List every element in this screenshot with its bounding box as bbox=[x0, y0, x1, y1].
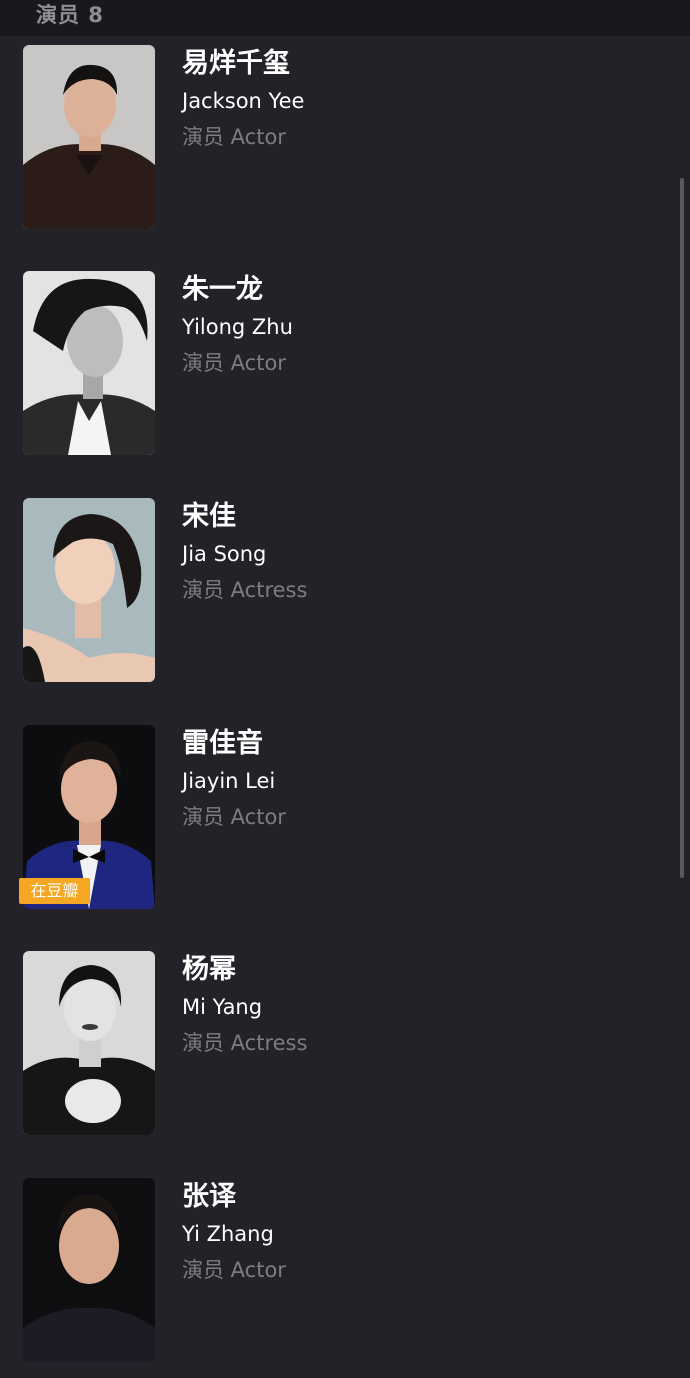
actor-photo[interactable] bbox=[23, 951, 155, 1135]
portrait-photo-icon bbox=[23, 1178, 155, 1362]
actor-role: 演员 Actress bbox=[182, 1031, 308, 1055]
actor-role: 演员 Actor bbox=[182, 125, 286, 149]
cast-item[interactable]: 杨幂 Mi Yang 演员 Actress bbox=[0, 951, 680, 1151]
cast-item[interactable]: 张译 Yi Zhang 演员 Actor bbox=[0, 1178, 680, 1378]
actor-name-english: Jackson Yee bbox=[182, 89, 305, 113]
actor-name-chinese[interactable]: 张译 bbox=[182, 1180, 236, 1214]
cast-item[interactable]: 易烊千玺 Jackson Yee 演员 Actor bbox=[0, 45, 680, 245]
section-header: 演员 8 bbox=[0, 0, 690, 36]
actor-name-chinese[interactable]: 宋佳 bbox=[182, 500, 236, 534]
actor-role: 演员 Actor bbox=[182, 805, 286, 829]
portrait-photo-icon bbox=[23, 498, 155, 682]
actor-role: 演员 Actress bbox=[182, 578, 308, 602]
actor-name-chinese[interactable]: 雷佳音 bbox=[182, 727, 263, 761]
actor-role: 演员 Actor bbox=[182, 351, 286, 375]
actor-photo[interactable] bbox=[23, 45, 155, 229]
cast-item[interactable]: 在豆瓣 雷佳音 Jiayin Lei 演员 Actor bbox=[0, 725, 680, 925]
scrollbar[interactable] bbox=[680, 178, 684, 878]
cast-item[interactable]: 朱一龙 Yilong Zhu 演员 Actor bbox=[0, 271, 680, 471]
actor-name-english: Mi Yang bbox=[182, 995, 263, 1019]
actor-photo[interactable] bbox=[23, 271, 155, 455]
cast-item[interactable]: 宋佳 Jia Song 演员 Actress bbox=[0, 498, 680, 698]
actor-photo[interactable] bbox=[23, 1178, 155, 1362]
actor-name-english: Jiayin Lei bbox=[182, 769, 276, 793]
actor-name-chinese[interactable]: 杨幂 bbox=[182, 953, 236, 987]
actor-name-chinese[interactable]: 朱一龙 bbox=[182, 273, 263, 307]
actor-photo[interactable] bbox=[23, 498, 155, 682]
actor-name-english: Yilong Zhu bbox=[182, 315, 293, 339]
actor-name-chinese[interactable]: 易烊千玺 bbox=[182, 47, 290, 81]
actor-name-english: Jia Song bbox=[182, 542, 267, 566]
portrait-photo-icon bbox=[23, 951, 155, 1135]
douban-badge: 在豆瓣 bbox=[19, 878, 90, 904]
actor-name-english: Yi Zhang bbox=[182, 1222, 274, 1246]
cast-list: 易烊千玺 Jackson Yee 演员 Actor 朱一龙 Yilong Zhu… bbox=[0, 0, 690, 1362]
actor-role: 演员 Actor bbox=[182, 1258, 286, 1282]
portrait-photo-icon bbox=[23, 45, 155, 229]
cast-section-title: 演员 8 bbox=[36, 3, 104, 27]
portrait-photo-icon bbox=[23, 271, 155, 455]
